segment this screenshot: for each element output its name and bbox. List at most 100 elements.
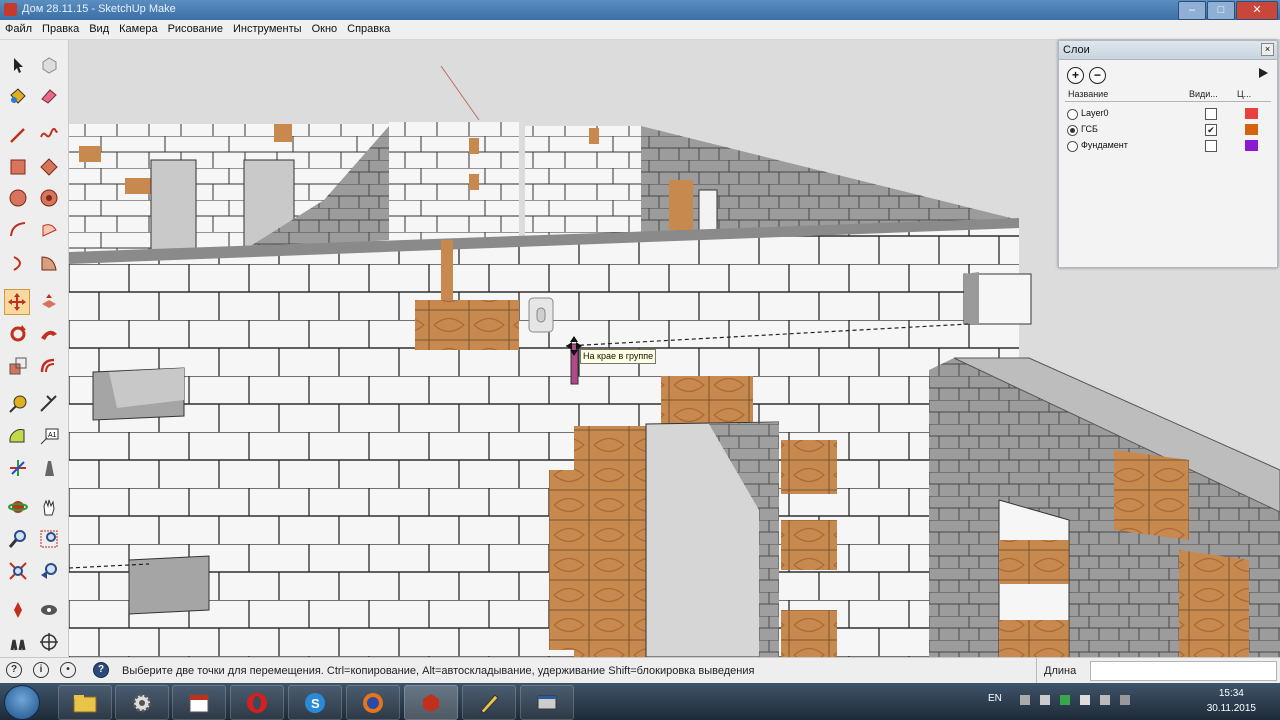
- menu-draw[interactable]: Рисование: [163, 20, 228, 39]
- svg-text:S: S: [311, 696, 320, 711]
- text-icon[interactable]: A1: [36, 423, 62, 449]
- title-bar: Дом 28.11.15 - SketchUp Make – □ ✕: [0, 0, 1280, 20]
- tray-icon[interactable]: [1100, 695, 1110, 705]
- active-layer-radio[interactable]: [1067, 141, 1078, 152]
- file-explorer-icon[interactable]: [58, 685, 112, 720]
- circle-icon[interactable]: [5, 185, 31, 211]
- position-camera-icon[interactable]: [5, 597, 31, 623]
- rotate-icon[interactable]: [5, 321, 31, 347]
- credits-icon[interactable]: i: [33, 662, 49, 678]
- add-layer-button[interactable]: +: [1067, 67, 1084, 84]
- rectangle-icon[interactable]: [5, 154, 31, 180]
- visible-checkbox[interactable]: [1205, 108, 1217, 120]
- axes-icon[interactable]: [5, 455, 31, 481]
- previous-view-icon[interactable]: [36, 558, 62, 584]
- eraser-pink-icon[interactable]: [36, 83, 62, 109]
- clock-date: 30.11.2015: [1206, 703, 1256, 714]
- pan-icon[interactable]: [36, 494, 62, 520]
- tray-icon[interactable]: [1060, 695, 1070, 705]
- zoom-icon[interactable]: [5, 526, 31, 552]
- status-bar: ? i • ? Выберите две точки для перемещен…: [0, 657, 1280, 684]
- close-panel-button[interactable]: ×: [1261, 43, 1274, 56]
- rotated-rectangle-icon[interactable]: [36, 154, 62, 180]
- sketchup-app-icon: [4, 3, 17, 16]
- follow-me-icon[interactable]: [36, 321, 62, 347]
- dimension-icon[interactable]: [36, 391, 62, 417]
- window-app-icon[interactable]: [520, 685, 574, 720]
- paint-bucket-icon[interactable]: [5, 83, 31, 109]
- col-visible[interactable]: Види...: [1189, 89, 1218, 99]
- three-point-arc-icon[interactable]: [36, 250, 62, 276]
- tray-icon[interactable]: [1020, 695, 1030, 705]
- zoom-extents-icon[interactable]: [5, 558, 31, 584]
- offset-icon[interactable]: [36, 353, 62, 379]
- pencil-app-icon[interactable]: [462, 685, 516, 720]
- layer-color-swatch[interactable]: [1245, 108, 1258, 119]
- remove-layer-button[interactable]: −: [1089, 67, 1106, 84]
- eraser-icon[interactable]: [36, 52, 62, 78]
- tape-measure-icon[interactable]: [5, 391, 31, 417]
- col-color[interactable]: Ц...: [1237, 89, 1251, 99]
- col-name[interactable]: Название: [1068, 89, 1108, 99]
- details-arrow-icon[interactable]: [1257, 67, 1269, 79]
- language-indicator[interactable]: EN: [988, 693, 1002, 704]
- section-plane-icon[interactable]: [36, 629, 62, 655]
- instructor-icon[interactable]: ?: [93, 662, 109, 678]
- move-icon[interactable]: [4, 289, 30, 315]
- start-button[interactable]: [4, 685, 40, 720]
- select-icon[interactable]: [5, 52, 31, 78]
- push-pull-icon[interactable]: [36, 289, 62, 315]
- arc-icon[interactable]: [5, 217, 31, 243]
- layer-color-swatch[interactable]: [1245, 140, 1258, 151]
- menu-camera[interactable]: Камера: [114, 20, 162, 39]
- user-icon[interactable]: •: [60, 662, 76, 678]
- menu-view[interactable]: Вид: [84, 20, 114, 39]
- clock[interactable]: 15:34 30.11.2015: [1207, 686, 1256, 716]
- large-tool-set: A1: [0, 40, 69, 657]
- orbit-icon[interactable]: [5, 494, 31, 520]
- line-icon[interactable]: [5, 122, 31, 148]
- look-around-icon[interactable]: [5, 629, 31, 655]
- scale-icon[interactable]: [5, 353, 31, 379]
- window-title: Дом 28.11.15 - SketchUp Make: [22, 3, 176, 15]
- settings-icon[interactable]: [115, 685, 169, 720]
- visible-checkbox[interactable]: ✔: [1205, 124, 1217, 136]
- measurement-input[interactable]: [1090, 661, 1277, 681]
- freehand-icon[interactable]: [36, 122, 62, 148]
- layer-name: Фундамент: [1081, 140, 1128, 150]
- layers-panel: Слои × + − Название Види... Ц... Layer0 …: [1058, 40, 1278, 268]
- menu-window[interactable]: Окно: [307, 20, 343, 39]
- maximize-button[interactable]: □: [1207, 1, 1235, 20]
- visible-checkbox[interactable]: [1205, 140, 1217, 152]
- zoom-window-icon[interactable]: [36, 526, 62, 552]
- geolocation-icon[interactable]: ?: [6, 662, 22, 678]
- walk-icon[interactable]: [36, 597, 62, 623]
- active-layer-radio[interactable]: [1067, 125, 1078, 136]
- two-point-arc-icon[interactable]: [5, 250, 31, 276]
- layer-row[interactable]: ГСБ ✔: [1065, 122, 1271, 137]
- menu-file[interactable]: Файл: [0, 20, 37, 39]
- menu-help[interactable]: Справка: [342, 20, 395, 39]
- skype-icon[interactable]: S: [288, 685, 342, 720]
- opera-icon[interactable]: [230, 685, 284, 720]
- status-message: Выберите две точки для перемещения. Ctrl…: [122, 665, 755, 677]
- volume-icon[interactable]: [1120, 695, 1130, 705]
- protractor-icon[interactable]: [5, 423, 31, 449]
- close-button[interactable]: ✕: [1236, 1, 1278, 20]
- layer-row[interactable]: Layer0: [1065, 106, 1271, 121]
- 3d-text-icon[interactable]: [36, 455, 62, 481]
- menu-tools[interactable]: Инструменты: [228, 20, 307, 39]
- minimize-button[interactable]: –: [1178, 1, 1206, 20]
- tray-icon[interactable]: [1080, 695, 1090, 705]
- pie-icon[interactable]: [36, 217, 62, 243]
- calendar-icon[interactable]: [172, 685, 226, 720]
- active-layer-radio[interactable]: [1067, 109, 1078, 120]
- sketchup-icon[interactable]: [404, 685, 458, 720]
- menu-edit[interactable]: Правка: [37, 20, 84, 39]
- tray-icon[interactable]: [1040, 695, 1050, 705]
- firefox-icon[interactable]: [346, 685, 400, 720]
- back-wall-center[interactable]: [389, 122, 519, 242]
- polygon-icon[interactable]: [36, 185, 62, 211]
- layer-row[interactable]: Фундамент: [1065, 138, 1271, 153]
- layer-color-swatch[interactable]: [1245, 124, 1258, 135]
